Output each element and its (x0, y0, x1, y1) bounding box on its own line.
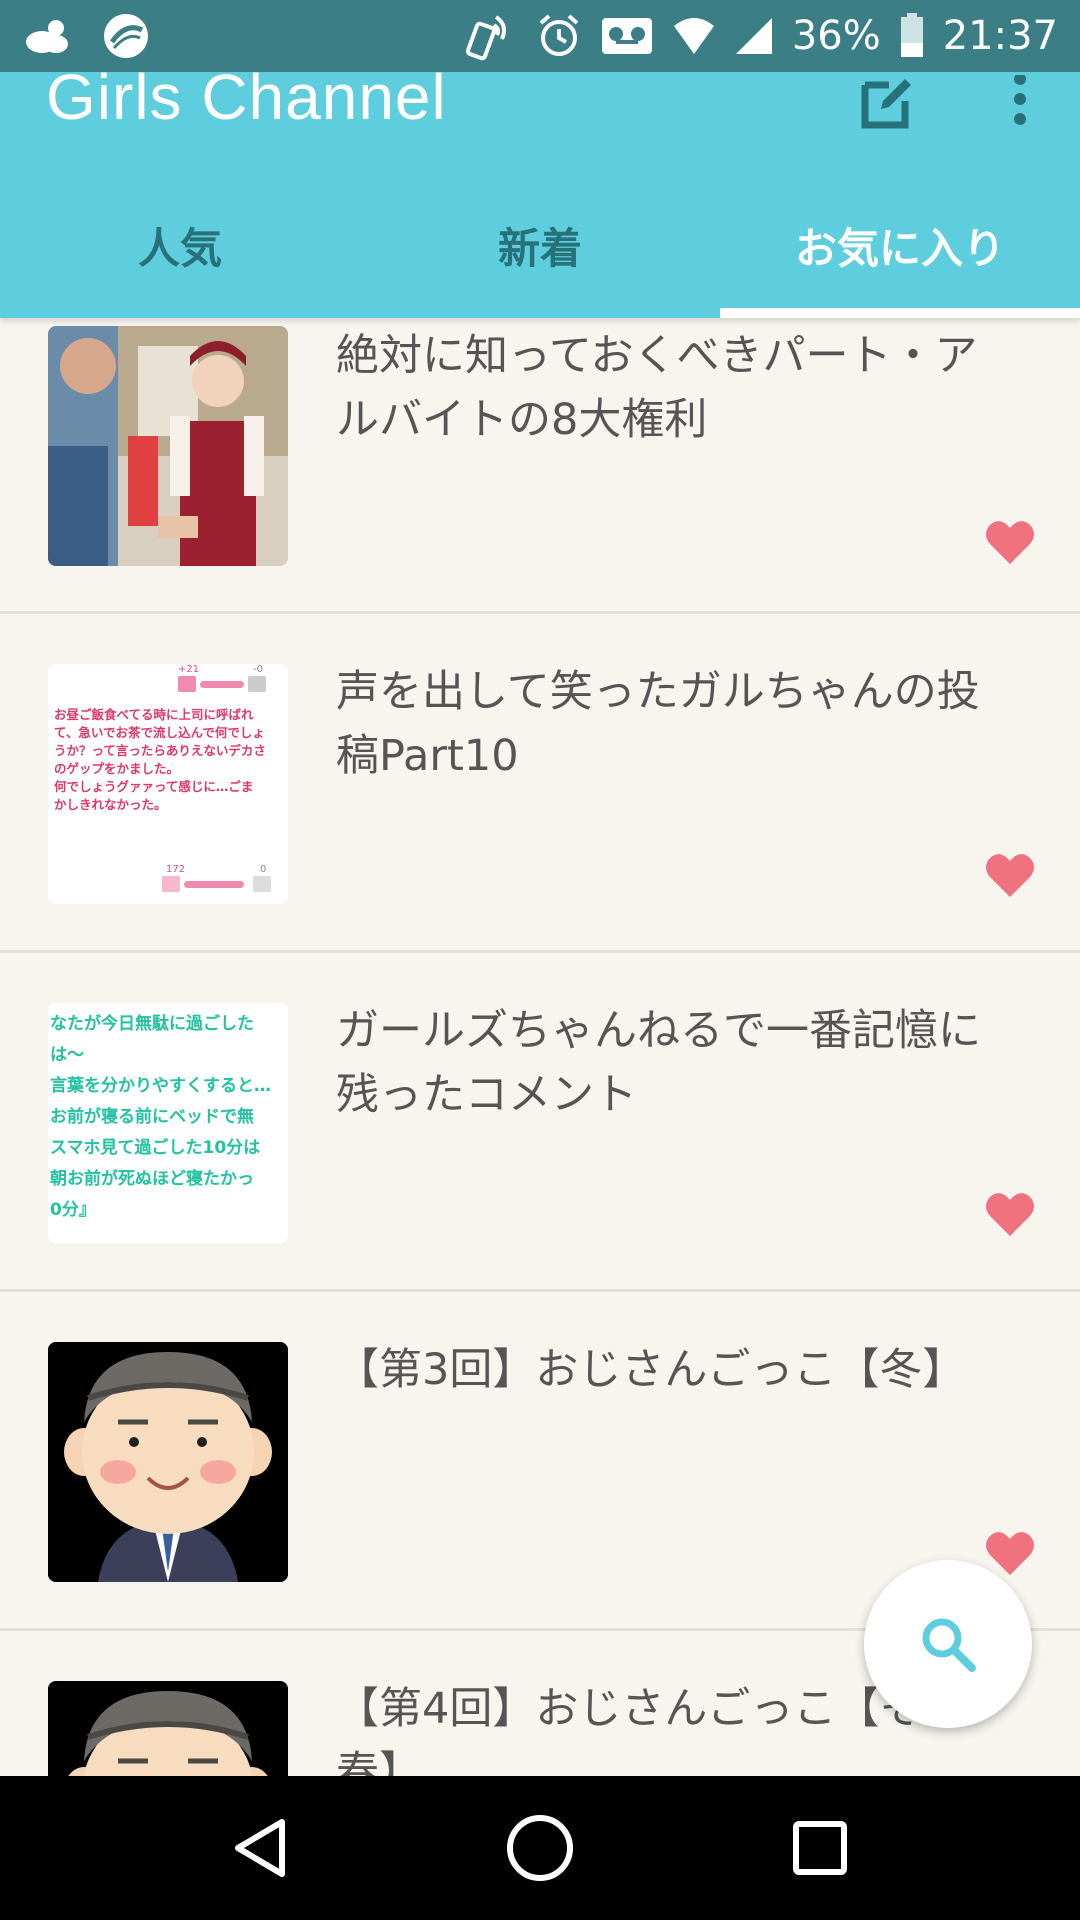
home-button[interactable] (490, 1798, 590, 1898)
thumb-text-line: 0分』 (50, 1200, 96, 1220)
edit-icon (861, 79, 911, 129)
back-button[interactable] (210, 1798, 310, 1898)
thumb-text-line: 何でしょうグァァって感じに…ごま (54, 779, 254, 794)
weather-icon (22, 16, 74, 56)
favorite-heart-icon[interactable] (984, 851, 1036, 899)
thumb-minus-count: -0 (253, 664, 263, 675)
more-vert-icon (1014, 75, 1026, 125)
topic-thumbnail (48, 1342, 288, 1582)
list-item[interactable]: 絶対に知っておくべきパート・アルバイトの8大権利 (0, 318, 1080, 614)
favorite-heart-icon[interactable] (984, 1529, 1036, 1577)
thumb-text-line: て、急いでお茶で流し込んで何でしょ (54, 725, 265, 740)
thumb-text-line: 朝お前が死ぬほど寝たかっ (50, 1169, 254, 1189)
status-bar: 36% 21:37 (0, 0, 1080, 72)
back-triangle-icon (235, 1819, 285, 1877)
thumb-text-line: スマホ見て過ごした10分は (50, 1138, 261, 1158)
home-circle-icon (507, 1815, 573, 1881)
tab-bar: 人気 新着 お気に入り (0, 172, 1080, 318)
app-bar: Girls Channel 人気 新着 お気に入り (0, 61, 1080, 318)
topic-title: 絶対に知っておくべきパート・アルバイトの8大権利 (336, 331, 978, 445)
list-item[interactable]: なたが今日無駄に過ごした は〜 言葉を分かりやすくすると… お前が寝る前にベッド… (0, 953, 1080, 1292)
recents-square-icon (793, 1821, 847, 1875)
compose-button[interactable] (858, 72, 918, 132)
topic-title: ガールズちゃんねるで一番記憶に残ったコメント (336, 1006, 981, 1120)
thumb-text-line: うか？って言ったらありえないデカさ (54, 743, 266, 758)
system-nav-bar (0, 1776, 1080, 1920)
favorite-heart-icon[interactable] (984, 1190, 1036, 1238)
app-notification-icon (102, 12, 150, 60)
wifi-icon (672, 16, 716, 56)
tab-popular[interactable]: 人気 (0, 172, 360, 318)
thumb-text-line: かしきれなかった。 (54, 797, 167, 812)
favorite-heart-icon[interactable] (984, 518, 1036, 566)
search-fab-button[interactable] (864, 1560, 1032, 1728)
list-item[interactable]: +21 -0 お昼ご飯食べてる時に上司に呼ばれ て、急いでお茶で流し込んで何でし… (0, 614, 1080, 953)
tab-favorites[interactable]: お気に入り (720, 172, 1080, 318)
topic-title: 【第3回】おじさんごっこ【冬】 (336, 1345, 966, 1395)
topic-thumbnail (48, 1681, 288, 1776)
thumb-text-line: のゲップをかました。 (54, 761, 180, 776)
topic-thumbnail: なたが今日無駄に過ごした は〜 言葉を分かりやすくすると… お前が寝る前にベッド… (48, 1003, 288, 1243)
voicemail-icon (600, 16, 654, 56)
topic-thumbnail (48, 326, 288, 566)
nfc-vibrate-icon (462, 11, 518, 61)
battery-percent: 36% (791, 13, 881, 59)
more-options-button[interactable] (990, 72, 1050, 132)
screen: 36% 21:37 Girls Channel 人気 新着 お気に入り 絶対に知… (0, 0, 1080, 1920)
favorites-list: 絶対に知っておくべきパート・アルバイトの8大権利 +21 -0 お昼ご飯食べてる… (0, 318, 1080, 1776)
alarm-icon (536, 13, 582, 59)
thumb-text-line: 言葉を分かりやすくすると… (50, 1076, 271, 1096)
thumb-text-line: お昼ご飯食べてる時に上司に呼ばれ (54, 707, 254, 722)
recents-button[interactable] (770, 1798, 870, 1898)
battery-icon (899, 13, 925, 59)
thumb-plus-count: +21 (178, 664, 200, 675)
clock: 21:37 (942, 13, 1058, 59)
thumb-text-line: は〜 (50, 1045, 84, 1065)
topic-title: 声を出して笑ったガルちゃんの投稿Part10 (336, 667, 980, 781)
topic-thumbnail: +21 -0 お昼ご飯食べてる時に上司に呼ばれ て、急いでお茶で流し込んで何でし… (48, 664, 288, 904)
thumb-minus-count: 0 (260, 864, 267, 875)
signal-icon (734, 16, 774, 56)
search-icon (922, 1618, 976, 1672)
thumb-text-line: お前が寝る前にベッドで無 (50, 1107, 254, 1127)
thumb-plus-count: 172 (166, 864, 186, 875)
tab-new[interactable]: 新着 (360, 172, 720, 318)
thumb-text-line: なたが今日無駄に過ごした (50, 1014, 254, 1034)
